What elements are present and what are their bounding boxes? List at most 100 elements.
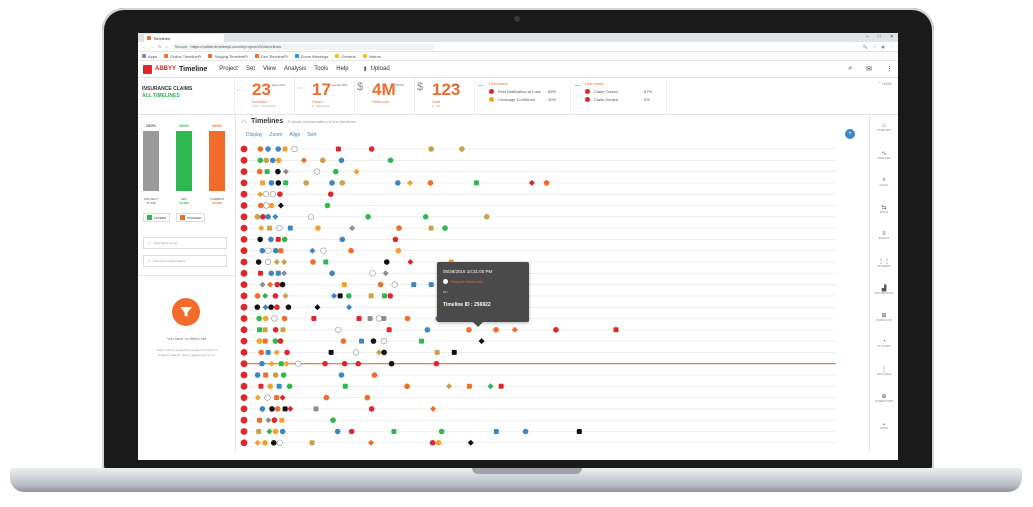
upload-button[interactable]: ⬆ Upload: [363, 66, 390, 73]
timeline-event-marker[interactable]: [262, 315, 269, 322]
timeline-event-marker[interactable]: [313, 406, 319, 412]
star-icon[interactable]: ☆: [873, 44, 877, 49]
metric-card[interactable]: ⋯ 17 events AVG Count 3 - 36 events: [295, 78, 355, 114]
timeline-start-marker[interactable]: [240, 213, 248, 221]
timeline-event-marker[interactable]: [429, 440, 436, 446]
bookmark-item[interactable]: Videos: [362, 54, 381, 59]
timeline-event-marker[interactable]: [395, 247, 402, 254]
timeline-event-marker[interactable]: [309, 440, 315, 446]
timeline-event-marker[interactable]: [369, 270, 376, 277]
bookmark-item[interactable]: Dev TimelinePI: [254, 54, 288, 59]
bookmark-item[interactable]: General: [335, 54, 356, 59]
timeline-event-marker[interactable]: [387, 293, 394, 299]
timeline-event-marker[interactable]: [511, 326, 518, 333]
timeline-start-marker[interactable]: [240, 145, 248, 153]
tool-display[interactable]: Display: [246, 132, 262, 138]
timeline-event-marker[interactable]: [328, 349, 334, 355]
timeline-event-marker[interactable]: [466, 327, 472, 333]
timeline-event-marker[interactable]: [543, 180, 550, 186]
timeline-event-marker[interactable]: [275, 270, 281, 276]
timeline-start-marker[interactable]: [240, 247, 248, 255]
timeline-event-marker[interactable]: [263, 202, 270, 209]
timeline-event-marker[interactable]: [276, 439, 283, 446]
timeline-event-marker[interactable]: [275, 157, 282, 164]
timeline-event-marker[interactable]: [259, 247, 266, 254]
rail-item-outliers[interactable]: ◔ OUTLIERS: [872, 339, 896, 348]
timeline-event-marker[interactable]: [311, 316, 317, 321]
home-icon[interactable]: ⌂: [165, 44, 167, 49]
timeline-event-marker[interactable]: [255, 259, 262, 265]
timeline-event-marker[interactable]: [459, 146, 465, 152]
timeline-event-marker[interactable]: [359, 338, 365, 344]
rail-item-more[interactable]: ⌄ MORE: [872, 420, 896, 430]
timeline-event-marker[interactable]: [285, 304, 292, 310]
rail-item-timelines[interactable]: ∿ TIMELINES: [872, 150, 896, 160]
timeline-event-marker[interactable]: [272, 338, 279, 344]
timeline-event-marker[interactable]: [281, 270, 288, 277]
timeline-event-marker[interactable]: [270, 440, 277, 446]
timeline-event-marker[interactable]: [265, 349, 271, 355]
timeline-event-marker[interactable]: [433, 360, 440, 367]
timeline-event-marker[interactable]: [528, 179, 535, 186]
timeline-start-marker[interactable]: [240, 360, 248, 368]
add-timeline-button[interactable]: +: [845, 129, 855, 139]
timeline-event-marker[interactable]: [258, 383, 264, 389]
timeline-event-marker[interactable]: [254, 439, 261, 446]
timeline-event-marker[interactable]: [368, 406, 375, 412]
timeline-event-marker[interactable]: [478, 338, 485, 345]
close-icon[interactable]: ✕: [890, 34, 894, 40]
rail-item-workflow[interactable]: ⊞ WORKFLOW: [872, 312, 896, 322]
timeline-event-marker[interactable]: [272, 428, 279, 435]
timeline-event-marker[interactable]: [269, 191, 276, 198]
timeline-event-marker[interactable]: [295, 360, 302, 367]
metric-card[interactable]: $123 AVG Cost 0 - 2K: [415, 78, 475, 114]
timeline-start-marker[interactable]: [240, 179, 248, 187]
timeline-event-marker[interactable]: [322, 360, 328, 367]
timeline-start-marker[interactable]: [240, 405, 248, 413]
timeline-event-marker[interactable]: [377, 281, 384, 288]
timeline-event-marker[interactable]: [407, 179, 414, 186]
timeline-event-marker[interactable]: [324, 202, 331, 209]
timeline-event-marker[interactable]: [254, 372, 261, 378]
timeline-event-marker[interactable]: [256, 168, 263, 175]
timeline-start-marker[interactable]: [240, 382, 248, 390]
timeline-canvas[interactable]: [236, 141, 870, 452]
rail-item-paths[interactable]: ⇆ PATHS: [872, 204, 896, 214]
timeline-event-marker[interactable]: [277, 338, 284, 344]
timeline-event-marker[interactable]: [256, 315, 262, 322]
timeline-event-marker[interactable]: [264, 258, 272, 266]
timeline-event-marker[interactable]: [259, 360, 265, 367]
timeline-event-marker[interactable]: [365, 214, 371, 220]
timeline-event-marker[interactable]: [375, 349, 382, 356]
event-row[interactable]: Coverage Confirmed 10%: [489, 97, 556, 102]
timeline-start-marker[interactable]: [240, 416, 248, 424]
timeline-event-marker[interactable]: [430, 405, 437, 412]
event-row[interactable]: Claim Closed 87%: [585, 89, 652, 94]
metric-card[interactable]: $4M TOTAL Total cost: [355, 78, 415, 114]
timeline-event-marker[interactable]: [282, 292, 289, 299]
timeline-event-marker[interactable]: [291, 145, 298, 153]
rail-item-connectors[interactable]: ⊕ CONNECTORS: [872, 393, 896, 403]
search-icon[interactable]: ⌕: [848, 65, 852, 73]
timeline-event-marker[interactable]: [368, 146, 375, 152]
maximize-icon[interactable]: □: [878, 34, 881, 40]
timeline-event-marker[interactable]: [332, 168, 339, 175]
timeline-event-marker[interactable]: [272, 247, 279, 254]
timeline-event-marker[interactable]: [355, 360, 362, 367]
timeline-event-marker[interactable]: [258, 270, 264, 276]
timeline-event-marker[interactable]: [263, 157, 270, 164]
timeline-event-marker[interactable]: [422, 214, 429, 220]
timeline-event-marker[interactable]: [313, 168, 321, 175]
timeline-event-marker[interactable]: [371, 372, 378, 378]
mail-icon[interactable]: ✉: [866, 65, 872, 73]
timeline-event-marker[interactable]: [327, 191, 334, 197]
timeline-event-marker[interactable]: [522, 428, 529, 435]
timeline-event-marker[interactable]: [576, 429, 582, 434]
timeline-event-marker[interactable]: [273, 259, 280, 265]
more-icon[interactable]: ⋮: [886, 65, 893, 73]
timeline-event-marker[interactable]: [276, 224, 283, 232]
timeline-event-marker[interactable]: [279, 417, 285, 423]
zoom-icon[interactable]: 🔍: [863, 44, 868, 49]
timeline-event-marker[interactable]: [339, 236, 346, 243]
rail-item-distribution[interactable]: ▟ DISTRIBUTION: [872, 285, 896, 295]
